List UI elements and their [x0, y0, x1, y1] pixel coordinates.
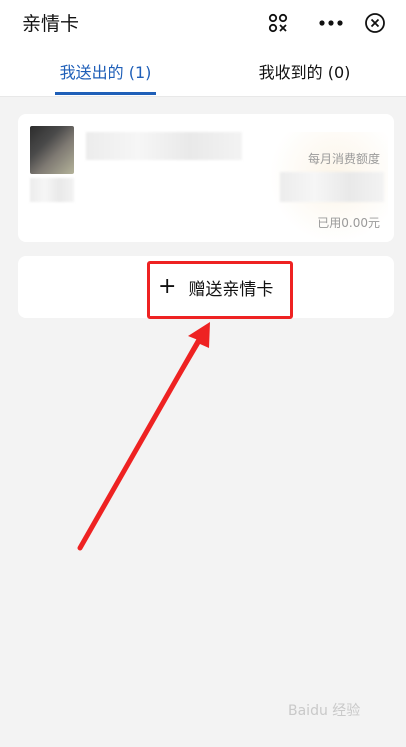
more-icon[interactable] — [318, 10, 344, 36]
close-icon[interactable] — [362, 10, 388, 36]
gift-card-button[interactable]: + 赠送亲情卡 — [158, 272, 273, 302]
page-title: 亲情卡 — [22, 13, 80, 35]
blurred-name — [86, 132, 242, 160]
tab-received[interactable]: 我收到的 (0) — [203, 58, 406, 96]
blurred-quota-amount — [280, 172, 384, 202]
annotation-arrow — [77, 322, 210, 551]
header: 亲情卡 我送出的 (1) 我收到的 (0) — [0, 0, 406, 97]
monthly-quota-label: 每月消费额度 — [307, 152, 380, 166]
tab-bar: 我送出的 (1) 我收到的 (0) — [0, 58, 406, 96]
gift-card-row[interactable]: + 赠送亲情卡 — [18, 256, 394, 318]
gift-card-label: 赠送亲情卡 — [188, 279, 274, 300]
watermark: Baidu 经验 — [288, 703, 361, 719]
tab-sent[interactable]: 我送出的 (1) — [4, 58, 207, 96]
scan-icon[interactable] — [265, 10, 291, 36]
family-card[interactable]: 每月消费额度 已用0.00元 — [18, 114, 394, 242]
avatar — [30, 126, 74, 174]
plus-icon: + — [158, 274, 177, 299]
blurred-avatar-lower — [30, 178, 74, 202]
active-tab-indicator — [55, 92, 156, 95]
used-amount-label: 已用0.00元 — [317, 216, 380, 230]
